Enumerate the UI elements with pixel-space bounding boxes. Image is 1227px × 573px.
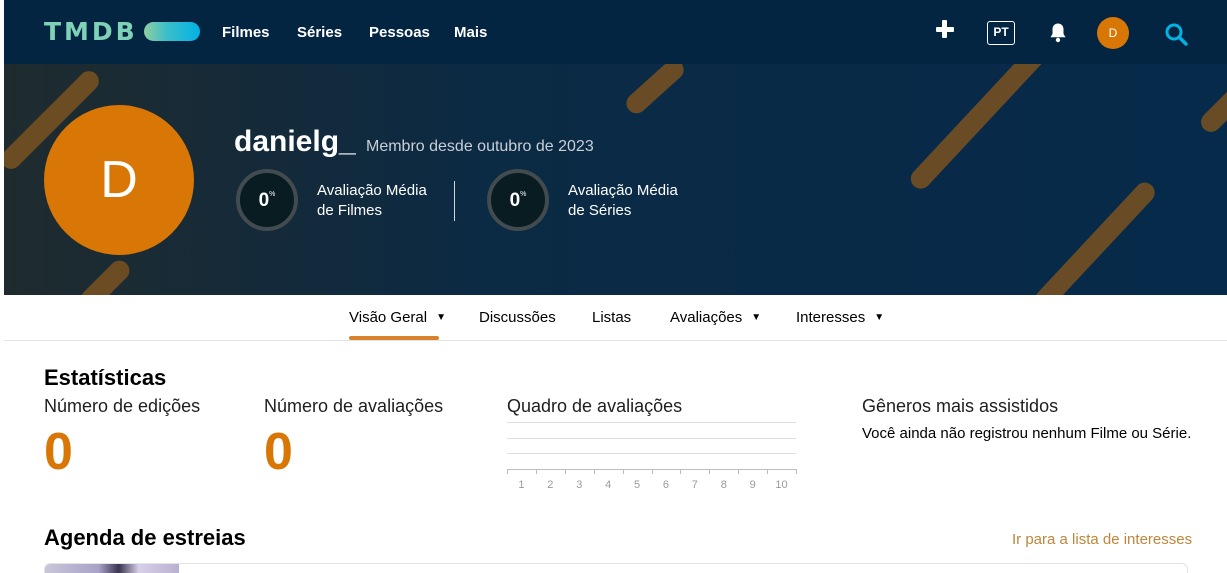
chart-tick-label: 5 — [633, 479, 641, 491]
tab-ratings[interactable]: Avaliações ▼ — [670, 309, 761, 327]
tab-ratings-label: Avaliações — [670, 309, 743, 326]
tmdb-logo[interactable]: TMDB — [44, 19, 200, 44]
chart-tick-label: 6 — [662, 479, 669, 491]
agenda-title: Agenda de estreias — [44, 525, 246, 550]
movie-score-unit: % — [269, 190, 276, 198]
caret-down-icon: ▼ — [874, 312, 885, 323]
nav-tv[interactable]: Séries — [297, 24, 342, 42]
nav-people[interactable]: Pessoas — [369, 24, 430, 42]
movie-score-value: 0 — [258, 189, 270, 211]
bell-icon[interactable] — [1048, 22, 1068, 44]
chart-tick — [796, 469, 797, 474]
chart-tick-label: 10 — [775, 479, 788, 491]
nav-more[interactable]: Mais — [454, 24, 487, 42]
chart-tick — [507, 469, 508, 474]
search-icon[interactable] — [1164, 22, 1188, 46]
tv-score-label-line1: Avaliação Média — [568, 182, 678, 199]
chart-tick — [767, 469, 769, 474]
logo-text: TMDB — [44, 17, 138, 46]
ratings-chart-label: Quadro de avaliações — [507, 396, 683, 416]
tv-score-label-line2: de Séries — [568, 202, 632, 219]
language-button[interactable]: PT — [987, 21, 1015, 45]
tab-lists-label: Listas — [592, 309, 632, 326]
plus-icon[interactable] — [936, 20, 954, 38]
chart-gridline — [507, 438, 796, 439]
banner-stripe — [76, 256, 134, 295]
member-since: Membro desde outubro de 2023 — [366, 138, 594, 155]
nav-movies[interactable]: Filmes — [222, 24, 270, 42]
chart-gridline — [507, 422, 796, 423]
chart-tick-label: 1 — [518, 479, 525, 491]
movie-score-label-line1: Avaliação Média — [317, 182, 427, 199]
agenda-card[interactable] — [44, 563, 1188, 573]
chart-tick — [709, 469, 711, 474]
edits-value: 0 — [44, 423, 73, 481]
chart-tick-label: 9 — [749, 479, 756, 491]
tab-discussions-label: Discussões — [479, 309, 556, 326]
genres-label: Gêneros mais assistidos — [862, 396, 1059, 416]
tab-lists[interactable]: Listas — [592, 309, 631, 327]
tv-score-value: 0 — [509, 189, 521, 211]
banner-stripe — [1031, 178, 1159, 295]
tab-watchlist-label: Interesses — [796, 309, 866, 326]
movie-score-ring: 0% — [236, 169, 298, 231]
tab-watchlist[interactable]: Interesses ▼ — [796, 309, 884, 327]
chart-tick-label: 3 — [576, 479, 583, 491]
tab-overview-label: Visão Geral — [349, 309, 428, 326]
score-divider — [454, 181, 455, 221]
profile-banner: D danielg_ Membro desde outubro de 2023 … — [4, 64, 1227, 295]
poster-thumbnail[interactable] — [45, 564, 179, 573]
movie-score-label-line2: de Filmes — [317, 202, 383, 219]
chart-tick — [680, 469, 682, 474]
ratings-count-value: 0 — [264, 423, 293, 481]
chart-tick-label: 7 — [691, 479, 698, 491]
tab-overview[interactable]: Visão Geral ▼ — [349, 309, 446, 327]
banner-stripe — [1196, 79, 1227, 137]
chart-tick — [564, 469, 566, 474]
top-navigation: TMDB Filmes Séries Pessoas Mais PT D — [4, 0, 1227, 64]
profile-avatar[interactable]: D — [44, 105, 194, 255]
tab-discussions[interactable]: Discussões — [479, 309, 556, 327]
username: danielg_ — [234, 125, 356, 158]
chart-tick — [593, 469, 595, 474]
logo-pill-icon — [143, 22, 200, 41]
chart-tick-label: 8 — [720, 479, 727, 491]
genres-empty-message: Você ainda não registrou nenhum Filme ou… — [862, 425, 1192, 442]
chart-tick-label: 4 — [605, 479, 612, 491]
banner-stripe — [906, 64, 1065, 193]
chart-gridline — [507, 453, 796, 454]
watchlist-link[interactable]: Ir para a lista de interesses — [1012, 531, 1192, 549]
profile-tabs: Visão Geral ▼ Discussões Listas Avaliaçõe… — [4, 295, 1227, 341]
chart-tick — [535, 469, 537, 474]
banner-stripe — [622, 64, 688, 118]
chart-tick — [738, 469, 740, 474]
chart-tick-label: 2 — [547, 479, 554, 491]
movie-score-label: Avaliação Média de Filmes — [317, 181, 447, 221]
chart-tick — [622, 469, 624, 474]
active-tab-indicator — [349, 336, 439, 340]
edits-label: Número de edições — [44, 396, 201, 416]
caret-down-icon: ▼ — [751, 312, 762, 323]
chart-tick — [651, 469, 653, 474]
tv-score-unit: % — [520, 190, 527, 198]
tv-score-label: Avaliação Média de Séries — [568, 181, 698, 221]
caret-down-icon: ▼ — [436, 312, 447, 323]
tv-score-ring: 0% — [487, 169, 549, 231]
user-avatar[interactable]: D — [1097, 17, 1129, 49]
stats-title: Estatísticas — [44, 365, 167, 390]
ratings-count-label: Número de avaliações — [264, 396, 444, 416]
